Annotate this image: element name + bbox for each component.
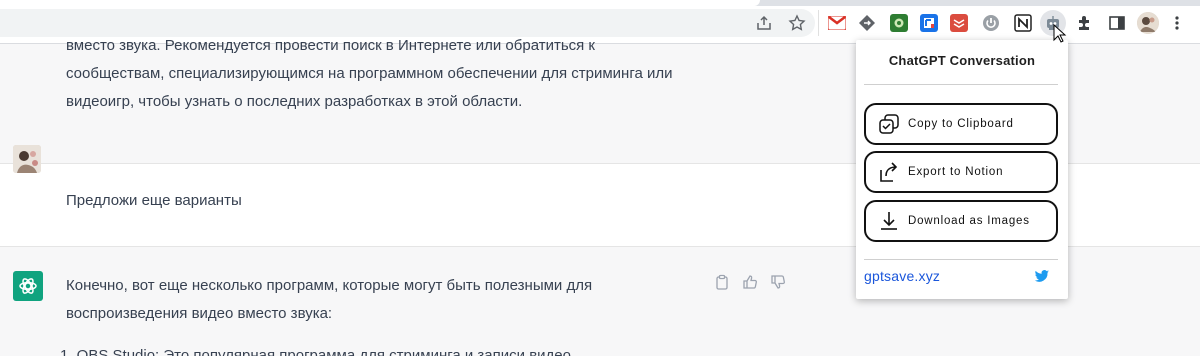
list-item: 1. OBS Studio: Это популярная программа … — [60, 347, 571, 356]
button-label: Export to Notion — [908, 166, 1004, 178]
export-to-notion-button[interactable]: Export to Notion — [864, 151, 1058, 193]
puzzle-icon[interactable] — [1073, 12, 1095, 34]
message-line: воспроизведения видео вместо звука: — [66, 305, 333, 322]
notion-icon[interactable] — [1013, 13, 1033, 33]
tab-strip — [0, 0, 1200, 6]
copy-to-clipboard-button[interactable]: Copy to Clipboard — [864, 103, 1058, 145]
rss-icon[interactable] — [919, 13, 939, 33]
power-icon[interactable] — [981, 13, 1001, 33]
message-line: видеоигр, чтобы узнать о последних разра… — [66, 93, 523, 110]
todoist-icon[interactable] — [949, 13, 969, 33]
assistant-message-text: вместо звука. Рекомендуется провести пои… — [66, 32, 716, 116]
gptsave-link[interactable]: gptsave.xyz — [864, 268, 940, 284]
gmail-icon[interactable] — [827, 13, 847, 33]
gptsave-popup: ChatGPT Conversation Copy to Clipboard E… — [856, 40, 1068, 299]
button-label: Copy to Clipboard — [908, 118, 1014, 130]
user-message-text: Предложи еще варианты — [66, 192, 242, 209]
thumbs-down-icon[interactable] — [769, 273, 787, 291]
extensions-bar — [818, 10, 1070, 36]
mouse-cursor-icon — [1053, 24, 1067, 43]
user-avatar — [13, 145, 41, 173]
clipboard-icon[interactable] — [713, 273, 731, 291]
divider — [864, 259, 1058, 260]
sidepanel-icon[interactable] — [1106, 12, 1128, 34]
extension-arrow-icon[interactable] — [857, 13, 877, 33]
evernote-like-icon[interactable] — [889, 13, 909, 33]
menu-icon[interactable] — [1166, 12, 1188, 34]
download-icon — [878, 210, 900, 232]
button-label: Download as Images — [908, 215, 1030, 227]
popup-title: ChatGPT Conversation — [888, 53, 1036, 68]
profile-avatar[interactable] — [1137, 12, 1159, 34]
message-actions — [713, 273, 787, 291]
divider — [864, 84, 1058, 85]
twitter-icon[interactable] — [1034, 268, 1050, 284]
message-line: вместо звука. Рекомендуется провести пои… — [66, 37, 595, 54]
download-as-images-button[interactable]: Download as Images — [864, 200, 1058, 242]
share-icon[interactable] — [753, 12, 775, 34]
thumbs-up-icon[interactable] — [741, 273, 759, 291]
assistant-reply-text: Конечно, вот еще несколько программ, кот… — [66, 272, 592, 328]
star-icon[interactable] — [786, 12, 808, 34]
export-icon — [878, 161, 900, 183]
message-line: сообществам, специализирующимся на прогр… — [66, 65, 673, 82]
active-tab[interactable] — [0, 0, 760, 6]
copy-icon — [878, 113, 900, 135]
message-line: Конечно, вот еще несколько программ, кот… — [66, 277, 593, 294]
chatgpt-logo-icon — [13, 271, 43, 301]
